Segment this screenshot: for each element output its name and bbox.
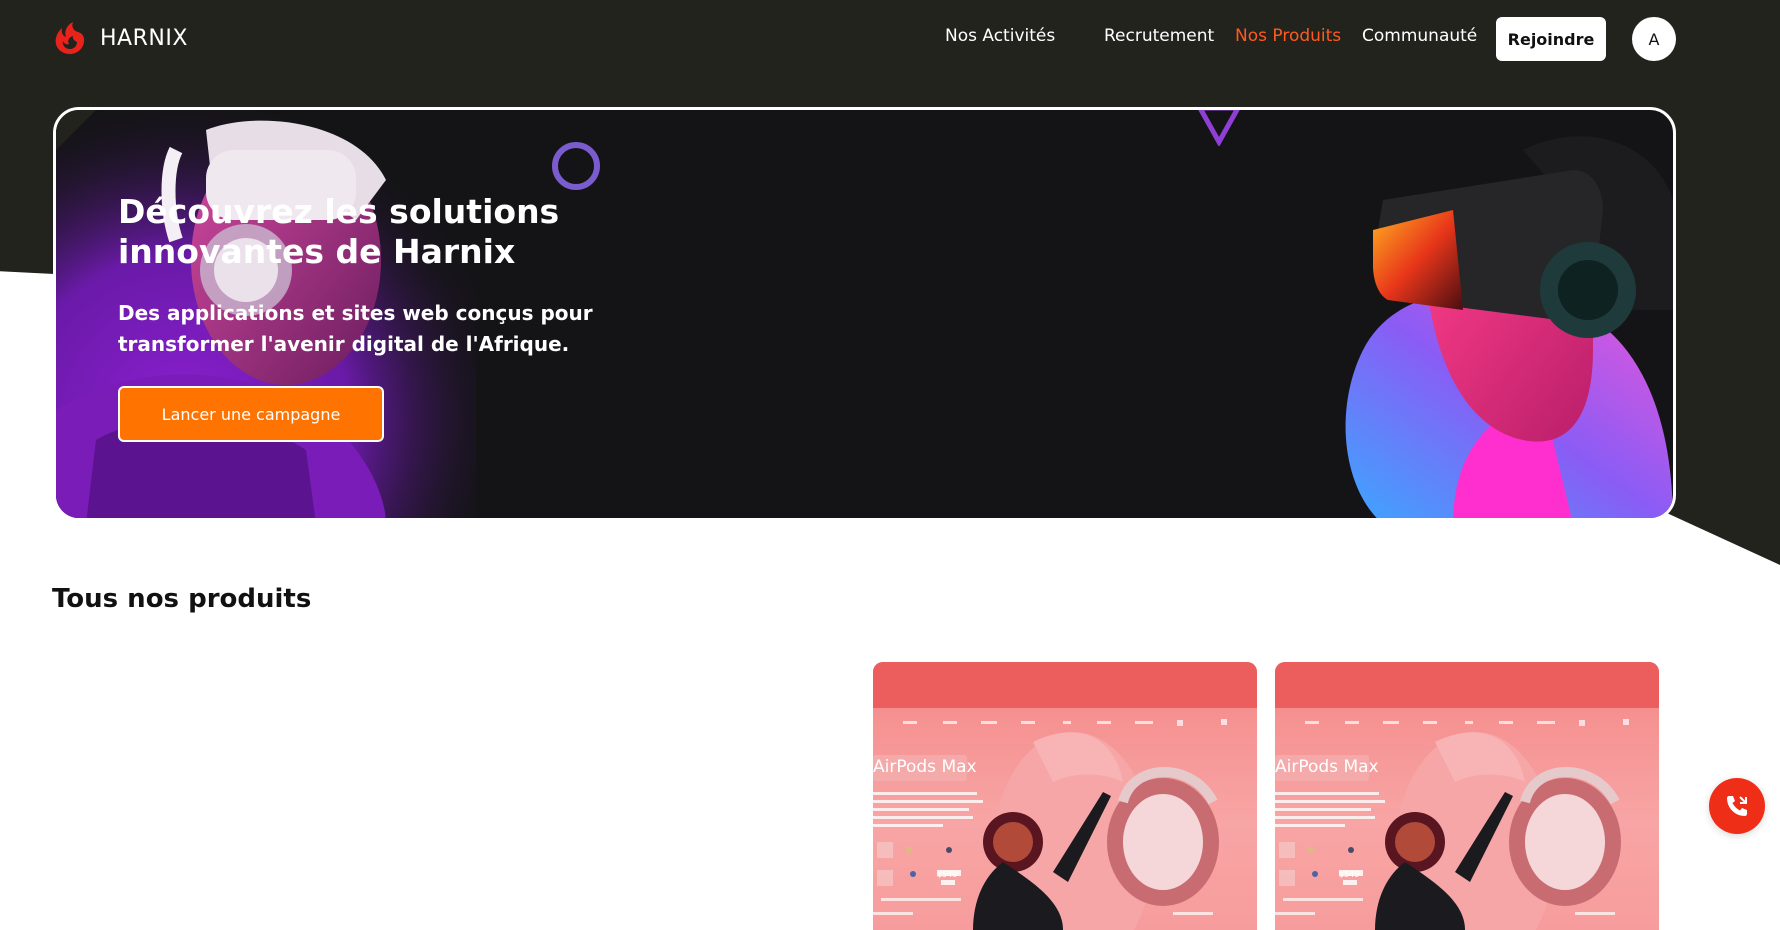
product-card[interactable]: AirPods Max $549 <box>873 662 1257 930</box>
product-preview-image: AirPods Max $549 <box>873 662 1257 930</box>
phone-icon <box>1727 796 1747 816</box>
hero-title: Découvrez les solutions innovantes de Ha… <box>118 192 560 271</box>
product-preview-price: $549 <box>937 870 957 879</box>
nav-item-produits[interactable]: Nos Produits <box>1235 26 1341 46</box>
launch-campaign-button[interactable]: Lancer une campagne <box>118 386 384 442</box>
product-preview-image: AirPods Max $549 <box>1275 662 1659 930</box>
brand-name: HARNIX <box>100 25 188 51</box>
nav-item-communaute[interactable]: Communauté <box>1362 26 1477 46</box>
product-preview-title: AirPods Max <box>873 757 977 777</box>
hero-banner: Découvrez les solutions innovantes de Ha… <box>53 107 1676 521</box>
nav-item-recrutement[interactable]: Recrutement <box>1104 26 1214 46</box>
flame-bird-logo-icon <box>55 22 85 54</box>
site-header: HARNIX Nos Activités Recrutement Nos Pro… <box>0 0 1780 90</box>
product-preview-title: AirPods Max <box>1275 757 1379 777</box>
product-preview-price: $549 <box>1339 870 1359 879</box>
brand-logo[interactable]: HARNIX <box>52 20 188 56</box>
product-card[interactable]: AirPods Max $549 <box>1275 662 1659 930</box>
triangle-decoration <box>1198 110 1240 146</box>
avatar[interactable]: A <box>1632 17 1676 61</box>
call-button[interactable] <box>1709 778 1765 834</box>
hero-subtitle: Des applications et sites web conçus pou… <box>118 301 593 356</box>
ring-decoration <box>552 142 600 190</box>
nav-item-activites[interactable]: Nos Activités <box>945 26 1055 46</box>
products-section-title: Tous nos produits <box>52 584 312 614</box>
join-button[interactable]: Rejoindre <box>1496 17 1606 61</box>
hero-right-person-image <box>1345 136 1673 518</box>
